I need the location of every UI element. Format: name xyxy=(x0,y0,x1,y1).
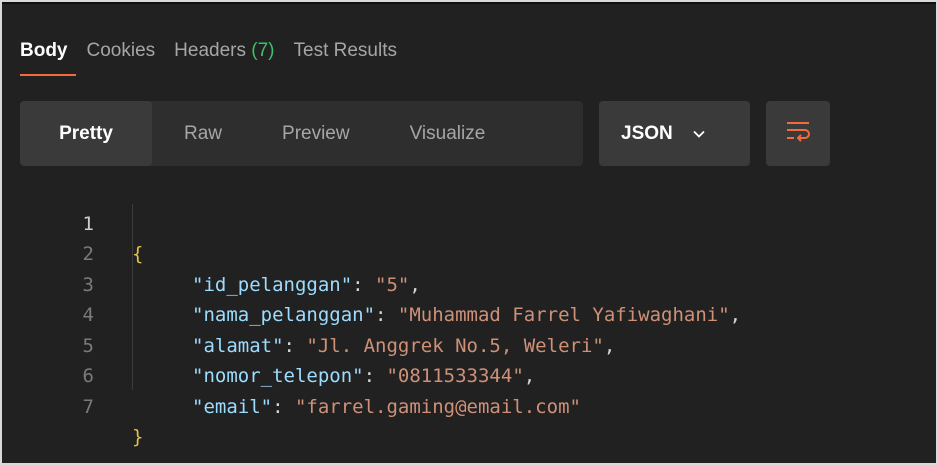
json-value: "farrel.gaming@email.com" xyxy=(294,395,581,418)
code-line: 7 } xyxy=(2,361,936,449)
view-preview-button[interactable]: Preview xyxy=(252,101,380,166)
line-number: 7 xyxy=(82,395,94,418)
code-line: 1 { xyxy=(2,178,936,266)
tab-body[interactable]: Body xyxy=(20,40,76,76)
close-brace: } xyxy=(132,426,144,448)
view-pretty-button[interactable]: Pretty xyxy=(20,101,152,166)
code-line: 2 "id_pelanggan": "5", xyxy=(2,209,936,296)
wrap-lines-button[interactable] xyxy=(766,101,830,166)
view-visualize-button[interactable]: Visualize xyxy=(380,101,516,166)
format-selected-value: JSON xyxy=(621,122,673,144)
tab-cookies-label: Cookies xyxy=(86,40,156,61)
tab-headers-label: Headers xyxy=(174,40,252,61)
json-entry: "email": "farrel.gaming@email.com" xyxy=(192,395,581,418)
code-line: 3 "nama_pelanggan": "Muhammad Farrel Yaf… xyxy=(2,239,936,327)
tab-cookies[interactable]: Cookies xyxy=(87,40,156,70)
chevron-down-icon xyxy=(691,126,707,142)
tab-test-results[interactable]: Test Results xyxy=(294,40,397,70)
tab-headers[interactable]: Headers (7) xyxy=(174,40,274,70)
code-line: 6 "email": "farrel.gaming@email.com" xyxy=(2,331,936,418)
tab-body-label: Body xyxy=(20,40,68,61)
json-key: "email" xyxy=(192,395,273,418)
code-line: 5 "nomor_telepon": "0811533344", xyxy=(2,300,936,388)
response-panel: Body Cookies Headers (7) Test Results Pr… xyxy=(2,2,936,463)
tab-test-results-label: Test Results xyxy=(293,40,397,61)
response-body-editor[interactable]: 1 { 2 "id_pelanggan": "5", 3 "nama_pelan… xyxy=(2,178,936,449)
code-line: 4 "alamat": "Jl. Anggrek No.5, Weleri", xyxy=(2,270,936,357)
format-dropdown[interactable]: JSON xyxy=(599,101,750,166)
response-tabs: Body Cookies Headers (7) Test Results xyxy=(20,40,397,76)
view-mode-group: Pretty Raw Preview Visualize xyxy=(20,101,583,166)
wrap-lines-icon xyxy=(784,118,812,149)
view-raw-button[interactable]: Raw xyxy=(152,101,252,166)
headers-count: (7) xyxy=(251,40,275,61)
